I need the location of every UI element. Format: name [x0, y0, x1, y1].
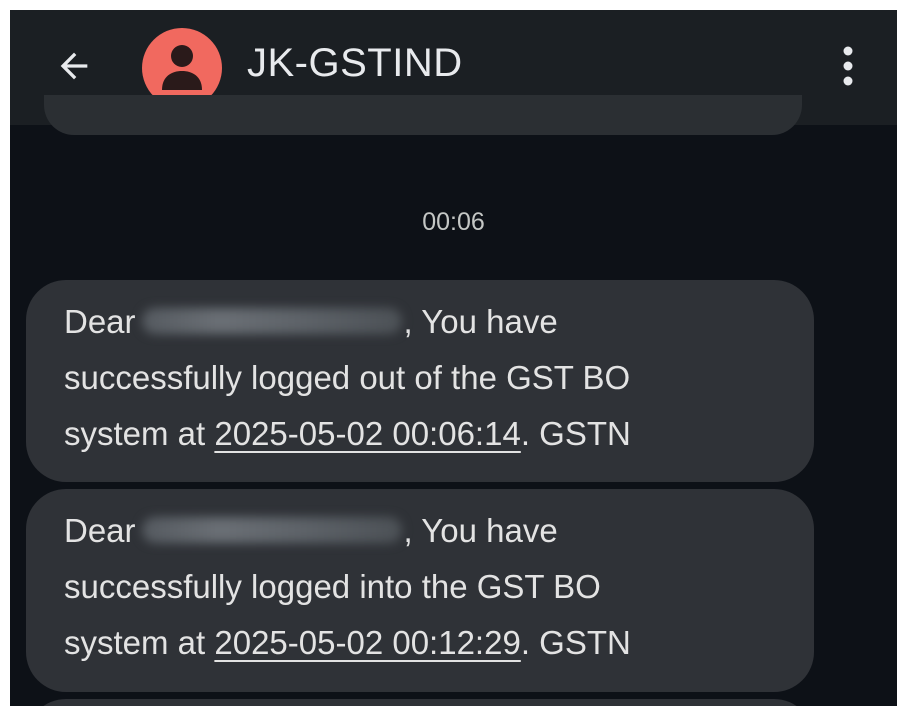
more-options-button[interactable]	[826, 36, 870, 96]
message-line: Dear , You have	[64, 294, 790, 350]
back-button[interactable]	[46, 38, 102, 94]
message-text: system at	[64, 624, 215, 661]
message-bubble[interactable]: Dear , You have successfully logged out o…	[26, 280, 814, 482]
message-line: successfully logged into the GST BO	[64, 568, 601, 605]
conversation-title[interactable]: JK-GSTIND	[247, 37, 463, 89]
person-icon	[162, 45, 202, 90]
redacted-username	[141, 308, 402, 335]
greeting-text: Dear	[64, 512, 136, 549]
message-line: system at 2025-05-02 00:12:29. GSTN	[64, 615, 790, 671]
message-text: , You have	[403, 512, 558, 549]
message-text: , You have	[403, 303, 558, 340]
greeting-text: Dear	[64, 303, 136, 340]
message-text: system at	[64, 415, 215, 452]
message-bubble[interactable]: Dear , You have successfully logged into …	[26, 489, 814, 692]
conversation-screen: JK-GSTIND 00:06 Dear , You have successfu…	[10, 10, 897, 706]
message-text: . GSTN	[520, 624, 631, 661]
more-vertical-icon	[843, 46, 853, 86]
message-line: Dear , You have	[64, 503, 790, 559]
message-line: successfully logged out of the GST BO	[64, 359, 631, 396]
arrow-left-icon	[60, 52, 88, 80]
message-timestamp: 00:06	[422, 208, 485, 236]
message-text: . GSTN	[520, 415, 631, 452]
datetime-link[interactable]: 2025-05-02 00:06:14	[214, 415, 520, 452]
next-message-bubble[interactable]	[26, 699, 814, 706]
previous-message-bubble[interactable]	[44, 95, 802, 135]
redacted-username	[141, 517, 402, 544]
datetime-link[interactable]: 2025-05-02 00:12:29	[214, 624, 520, 661]
message-line: system at 2025-05-02 00:06:14. GSTN	[64, 406, 790, 462]
